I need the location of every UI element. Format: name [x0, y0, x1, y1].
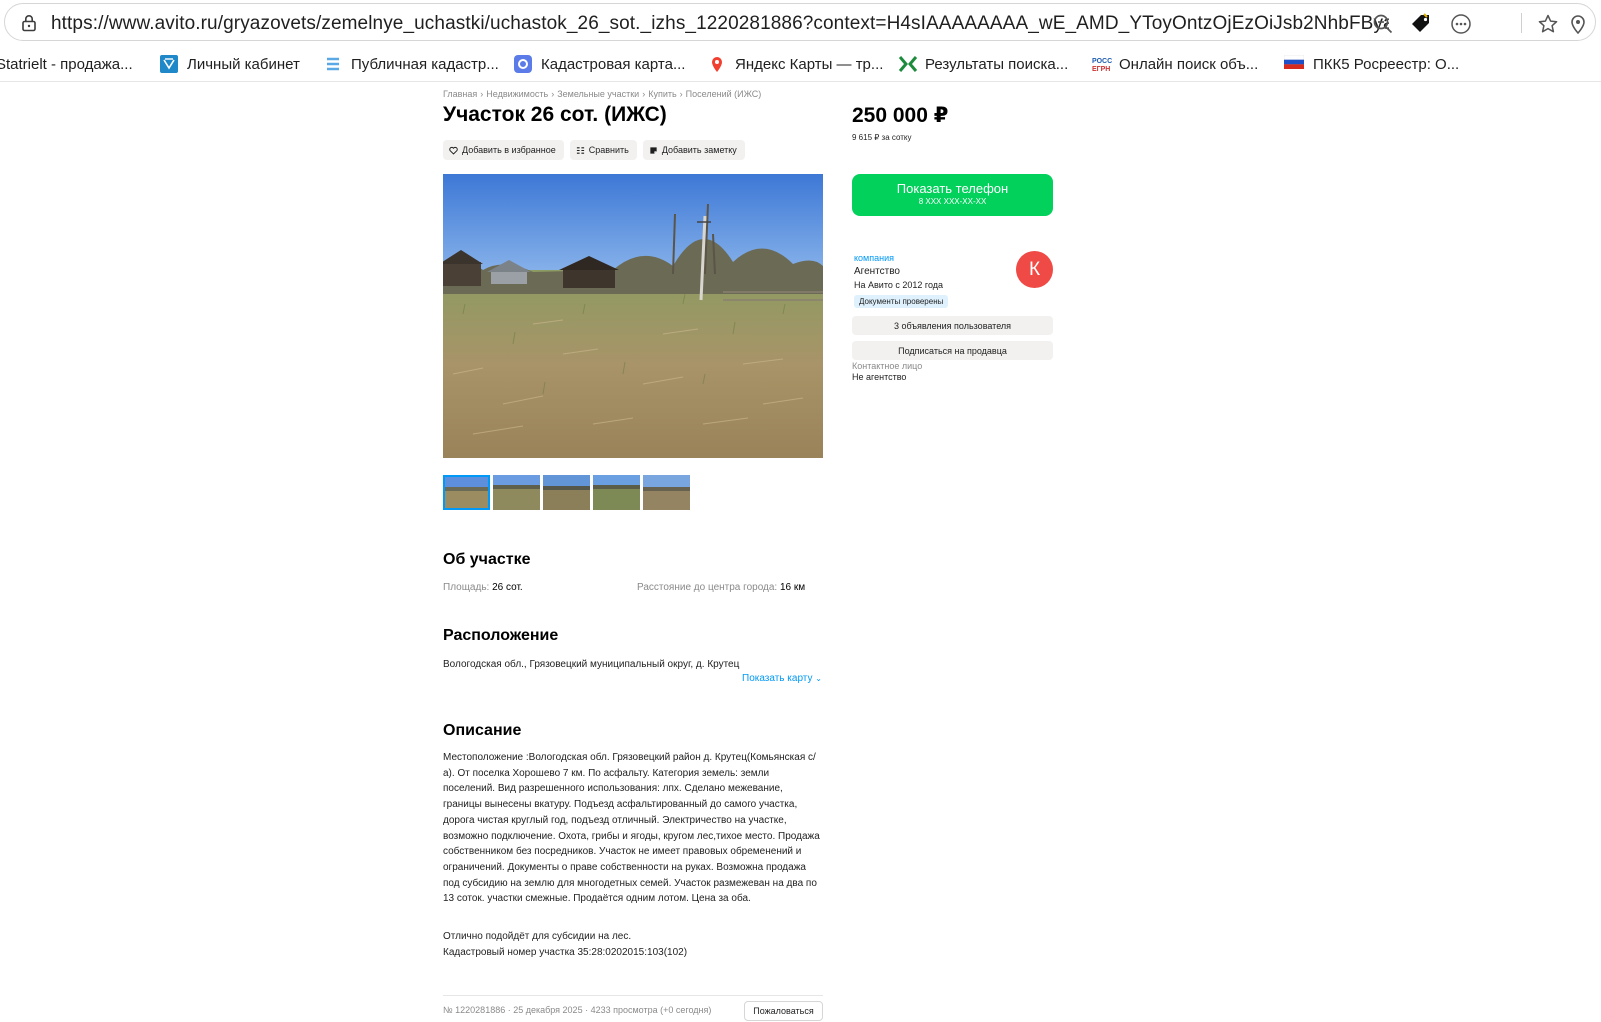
- bookmark-label: Публичная кадастр...: [351, 55, 499, 73]
- bookmark-statrielt[interactable]: Statrielt - продажа...: [0, 52, 133, 76]
- price-per-unit: 9 615 ₽ за сотку: [852, 133, 912, 142]
- description-heading: Описание: [443, 722, 522, 739]
- bookmark-yandex-maps[interactable]: Яндекс Карты — тр...: [708, 52, 883, 76]
- area-value: 26 сот.: [492, 582, 523, 593]
- bookmark-label: Яндекс Карты — тр...: [735, 55, 884, 73]
- seller-name[interactable]: Агентство: [854, 266, 900, 277]
- photo-thumbnails: [443, 475, 690, 510]
- bookmark-label: Кадастровая карта...: [541, 55, 686, 73]
- contact-person-value: Не агентство: [852, 372, 907, 382]
- address-text: Вологодская обл., Грязовецкий муниципаль…: [443, 659, 740, 670]
- bookmark-label: ПКК5 Росреестр: О...: [1313, 55, 1460, 73]
- bookmark-label: Личный кабинет: [187, 55, 300, 73]
- breadcrumb-item[interactable]: Недвижимость: [486, 89, 548, 99]
- compare-label: Сравнить: [588, 145, 629, 155]
- bookmark-personal-account[interactable]: Личный кабинет: [160, 52, 300, 76]
- zoom-out-icon[interactable]: [1371, 12, 1395, 36]
- description-extra-line: Отлично подойдёт для субсидии на лес.: [443, 931, 632, 942]
- show-phone-label: Показать телефон: [896, 181, 1009, 196]
- svg-text:РОСС: РОСС: [1092, 58, 1112, 65]
- compare-button[interactable]: Сравнить: [569, 140, 637, 160]
- main-photo[interactable]: [443, 174, 823, 458]
- bookmark-public-cadastre[interactable]: Публичная кадастр...: [324, 52, 499, 76]
- phone-mask: 8 XXX XXX-XX-XX: [918, 197, 987, 206]
- show-phone-button[interactable]: Показать телефон 8 XXX XXX-XX-XX: [852, 174, 1053, 216]
- subscribe-seller-button[interactable]: Подписаться на продавца: [852, 341, 1053, 360]
- heart-icon: [449, 146, 458, 155]
- green-logo-icon: [898, 55, 918, 73]
- add-favorite-label: Добавить в избранное: [462, 145, 556, 155]
- seller-since: На Авито с 2012 года: [854, 280, 944, 290]
- map-layers-icon: [324, 55, 342, 73]
- map-pin-icon: [708, 55, 726, 73]
- add-favorite-button[interactable]: Добавить в избранное: [443, 140, 564, 160]
- breadcrumb-separator: ›: [480, 89, 484, 99]
- seller-type[interactable]: компания: [854, 253, 894, 263]
- contact-person-label: Контактное лицо: [852, 361, 923, 371]
- distance-value: 16 км: [780, 582, 806, 593]
- seller-listings-button[interactable]: 3 объявления пользователя: [852, 316, 1053, 335]
- bookmark-label: Онлайн поиск объ...: [1119, 55, 1259, 73]
- distance-label: Расстояние до центра города:: [637, 582, 778, 593]
- breadcrumb-item[interactable]: Главная: [443, 89, 477, 99]
- photo-thumbnail[interactable]: [593, 475, 640, 510]
- breadcrumb-item[interactable]: Купить: [648, 89, 676, 99]
- distance-param: Расстояние до центра города: 16 км: [637, 582, 805, 593]
- square-map-icon: [514, 55, 532, 73]
- location-icon[interactable]: [1566, 12, 1590, 36]
- description-extra: Отлично подойдёт для субсидии на лес. Ка…: [443, 929, 821, 960]
- photo-thumbnail[interactable]: [543, 475, 590, 510]
- footer-divider: [443, 995, 823, 996]
- cadastral-number: Кадастровый номер участка 35:28:0202015:…: [443, 946, 688, 958]
- emblem-icon: [160, 55, 178, 73]
- breadcrumb: Главная › Недвижимость › Земельные участки › К…: [443, 89, 761, 99]
- note-icon: [650, 146, 657, 154]
- documents-verified-badge: Документы проверены: [854, 295, 949, 308]
- chevron-down-icon: ⌄: [815, 674, 822, 683]
- about-heading: Об участке: [443, 551, 531, 568]
- lock-icon[interactable]: [19, 13, 39, 33]
- breadcrumb-item[interactable]: Земельные участки: [557, 89, 639, 99]
- bookmark-pkk5[interactable]: ПКК5 Росреестр: О...: [1283, 52, 1460, 76]
- add-note-label: Добавить заметку: [661, 145, 737, 155]
- location-heading: Расположение: [443, 627, 559, 644]
- listing-actions: Добавить в избранное Сравнить Добавить з…: [443, 140, 745, 160]
- browser-address-bar: https://www.avito.ru/gryazovets/zemelnye…: [0, 0, 1601, 42]
- breadcrumb-item[interactable]: Поселений (ИЖС): [686, 89, 762, 99]
- area-label: Площадь:: [443, 582, 490, 593]
- bookmarks-bar: Statrielt - продажа... Личный кабинет Пу…: [0, 46, 1601, 82]
- breadcrumb-separator: ›: [551, 89, 555, 99]
- url-separator: [1521, 13, 1522, 33]
- bookmark-search-results[interactable]: Результаты поиска...: [898, 52, 1068, 76]
- photo-thumbnail[interactable]: [493, 475, 540, 510]
- rosreestr-icon: РОСС ЕГРН: [1092, 55, 1112, 73]
- add-note-button[interactable]: Добавить заметку: [642, 140, 745, 160]
- show-map-link[interactable]: Показать карту ⌄: [742, 673, 822, 684]
- breadcrumb-separator: ›: [679, 89, 683, 99]
- svg-text:ЕГРН: ЕГРН: [1092, 66, 1110, 73]
- compare-icon: [576, 146, 584, 154]
- star-icon[interactable]: [1536, 12, 1560, 36]
- url-field[interactable]: https://www.avito.ru/gryazovets/zemelnye…: [4, 3, 1596, 41]
- avatar[interactable]: К: [1016, 251, 1053, 288]
- breadcrumb-separator: ›: [642, 89, 646, 99]
- area-param: Площадь: 26 сот.: [443, 582, 523, 593]
- flag-ru-icon: [1283, 54, 1305, 73]
- bookmark-online-search[interactable]: РОСС ЕГРН Онлайн поиск объ...: [1092, 52, 1258, 76]
- bookmark-cadastre-map[interactable]: Кадастровая карта...: [514, 52, 685, 76]
- more-icon[interactable]: [1449, 12, 1473, 36]
- bookmark-label: Результаты поиска...: [925, 55, 1069, 73]
- bookmark-label: Statrielt - продажа...: [0, 55, 133, 73]
- extension-tag-icon[interactable]: [1409, 12, 1433, 36]
- listing-meta: № 1220281886 · 25 декабря 2025 · 4233 пр…: [443, 1005, 712, 1015]
- photo-thumbnail[interactable]: [443, 475, 490, 510]
- description-text: Местоположение :Вологодская обл. Грязове…: [443, 752, 820, 905]
- price: 250 000 ₽: [852, 104, 949, 127]
- complain-button[interactable]: Пожаловаться: [744, 1001, 823, 1021]
- page-title: Участок 26 сот. (ИЖС): [443, 103, 667, 126]
- show-map-label: Показать карту: [742, 673, 813, 684]
- url-text[interactable]: https://www.avito.ru/gryazovets/zemelnye…: [51, 13, 1389, 35]
- photo-thumbnail[interactable]: [643, 475, 690, 510]
